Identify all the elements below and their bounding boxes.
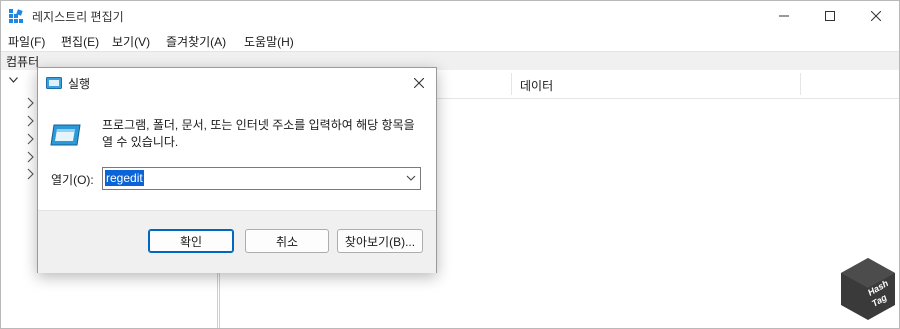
menu-favorites[interactable]: 즐겨찾기(A) xyxy=(166,33,226,50)
close-button[interactable] xyxy=(853,1,899,31)
address-path: 컴퓨터 xyxy=(6,55,40,69)
run-dialog-button-area: 확인 취소 찾아보기(B)... xyxy=(38,210,436,273)
menu-view[interactable]: 보기(V) xyxy=(112,33,150,50)
chevron-right-icon[interactable] xyxy=(26,151,36,163)
maximize-button[interactable] xyxy=(807,1,853,31)
run-icon xyxy=(46,77,62,89)
menu-help[interactable]: 도움말(H) xyxy=(244,33,294,50)
chevron-down-icon[interactable] xyxy=(9,77,18,83)
registry-editor-titlebar[interactable]: 레지스트리 편집기 xyxy=(1,1,899,31)
chevron-right-icon[interactable] xyxy=(26,97,36,109)
run-dialog-description: 프로그램, 폴더, 문서, 또는 인터넷 주소를 입력하여 해당 항목을 열 수… xyxy=(102,118,415,149)
run-dialog: 실행 프로그램, 폴더, 문서, 또는 인터넷 주소를 입력하여 해당 항목을 … xyxy=(37,67,437,273)
minimize-icon xyxy=(779,15,789,17)
column-separator[interactable] xyxy=(800,73,801,95)
cancel-button[interactable]: 취소 xyxy=(245,229,329,253)
menu-file[interactable]: 파일(F) xyxy=(8,33,45,50)
browse-button[interactable]: 찾아보기(B)... xyxy=(337,229,423,253)
chevron-right-icon[interactable] xyxy=(26,133,36,145)
run-dialog-title: 실행 xyxy=(68,77,91,91)
close-icon xyxy=(414,78,424,88)
chevron-down-icon[interactable] xyxy=(405,171,417,185)
maximize-icon xyxy=(825,11,835,21)
column-header-data[interactable]: 데이터 xyxy=(520,77,553,94)
column-separator[interactable] xyxy=(511,73,512,95)
menu-bar: 파일(F) 편집(E) 보기(V) 즐겨찾기(A) 도움말(H) xyxy=(1,31,899,51)
minimize-button[interactable] xyxy=(761,1,807,31)
chevron-right-icon[interactable] xyxy=(26,168,36,180)
window-title: 레지스트리 편집기 xyxy=(32,10,124,24)
run-dialog-close-button[interactable] xyxy=(408,73,430,93)
chevron-right-icon[interactable] xyxy=(26,115,36,127)
open-input-value[interactable]: regedit xyxy=(105,170,144,186)
open-label: 열기(O): xyxy=(51,173,94,187)
run-program-icon xyxy=(50,124,81,146)
hashtag-logo: Hash Tag xyxy=(841,258,895,320)
close-icon xyxy=(871,11,881,21)
menu-edit[interactable]: 편집(E) xyxy=(61,33,99,50)
ok-button[interactable]: 확인 xyxy=(148,229,234,253)
registry-editor-icon xyxy=(9,9,23,23)
run-dialog-titlebar[interactable]: 실행 xyxy=(38,68,436,98)
open-combobox[interactable]: regedit xyxy=(102,167,421,190)
